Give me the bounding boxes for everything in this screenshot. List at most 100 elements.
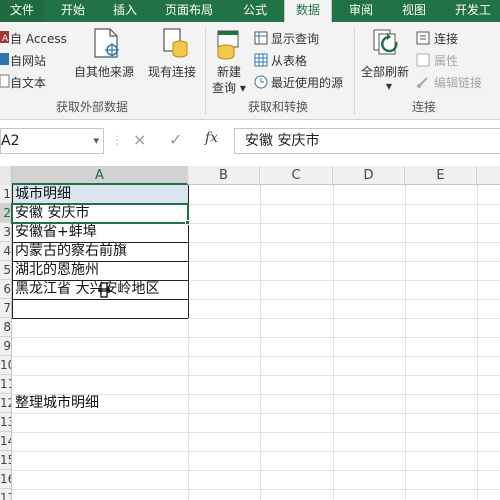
cancel-entry-button[interactable]: ×: [133, 130, 146, 149]
cursor-move-icon: [97, 282, 111, 302]
column-header-d[interactable]: D: [333, 166, 405, 185]
svg-text:A: A: [2, 34, 9, 44]
properties-button[interactable]: 属性: [434, 52, 458, 69]
edit-links-icon: [416, 74, 430, 93]
refresh-all-button[interactable]: 全部刷新: [361, 63, 409, 80]
gridline: [12, 470, 500, 471]
row-header-13[interactable]: 13: [0, 413, 11, 432]
group-label-get-external-data: 获取外部数据: [56, 100, 129, 114]
row-header-1[interactable]: 1: [0, 185, 11, 204]
gridline: [12, 413, 500, 414]
enter-entry-button[interactable]: ✓: [169, 130, 182, 149]
cell-a4[interactable]: 内蒙古的察右前旗: [12, 242, 188, 261]
gridline: [12, 489, 500, 490]
existing-connections-icon: [160, 28, 190, 64]
other-sources-icon: [92, 28, 122, 64]
gridline: [333, 185, 334, 500]
fill-handle[interactable]: [185, 220, 190, 225]
gridline: [477, 185, 478, 500]
row-header-4[interactable]: 4: [0, 242, 11, 261]
row-header-15[interactable]: 15: [0, 451, 11, 470]
show-queries-button[interactable]: 显示查询: [271, 30, 319, 47]
tab-review[interactable]: 审阅: [349, 0, 373, 22]
name-box[interactable]: A2 ▾: [0, 128, 104, 154]
tab-developer[interactable]: 开发工: [455, 0, 491, 22]
active-cell-selection: [11, 203, 189, 224]
access-icon: A: [0, 29, 10, 48]
ribbon-tab-bar: 文件 开始 插入 页面布局 公式 数据 审阅 视图 开发工: [0, 0, 500, 24]
row-header-11[interactable]: 11: [0, 375, 11, 394]
from-text-button[interactable]: 自文本: [10, 74, 46, 91]
group-separator: [354, 28, 355, 114]
web-icon: [0, 51, 10, 70]
text-file-icon: [0, 73, 10, 92]
row-header-9[interactable]: 9: [0, 337, 11, 356]
name-box-value: A2: [1, 133, 20, 149]
cell-a1[interactable]: 城市明细: [12, 185, 188, 204]
formula-input[interactable]: 安徽 安庆市: [234, 128, 500, 154]
gridline: [12, 451, 500, 452]
from-other-sources-button[interactable]: 自其他来源: [74, 63, 134, 80]
cell-a5[interactable]: 湖北的恩施州: [12, 261, 188, 280]
group-label-connections: 连接: [412, 100, 437, 114]
insert-function-button[interactable]: fx: [205, 130, 218, 146]
tab-insert[interactable]: 插入: [113, 0, 137, 22]
formula-bar-grip-icon: ⋮: [111, 133, 123, 147]
tab-file[interactable]: 文件: [0, 0, 44, 22]
row-header-3[interactable]: 3: [0, 223, 11, 242]
column-header-e[interactable]: E: [405, 166, 477, 185]
row-header-8[interactable]: 8: [0, 318, 11, 337]
existing-connections-button[interactable]: 现有连接: [148, 63, 196, 80]
row-header-6[interactable]: 6: [0, 280, 11, 299]
column-header-a[interactable]: A: [12, 166, 188, 185]
cell-a3[interactable]: 安徽省+蚌埠: [12, 223, 188, 242]
ribbon-data: A 自 Access 自网站 自文本 自其他来源 现有连接 获取外部数据 新建 …: [0, 22, 500, 120]
worksheet-grid[interactable]: ABCDE 1234567891011121314151617 城市明细安徽 安…: [0, 166, 500, 500]
table-border: [12, 280, 188, 281]
column-header-c[interactable]: C: [260, 166, 333, 185]
gridline: [12, 337, 500, 338]
edit-links-button[interactable]: 编辑链接: [434, 74, 482, 91]
tab-home[interactable]: 开始: [61, 0, 85, 22]
from-table-button[interactable]: 从表格: [271, 52, 307, 69]
select-all-corner[interactable]: [0, 166, 12, 185]
name-box-dropdown-icon[interactable]: ▾: [93, 129, 99, 153]
new-query-dropdown[interactable]: 查询 ▾: [212, 79, 246, 96]
gridline: [12, 356, 500, 357]
from-access-button[interactable]: 自 Access: [10, 30, 67, 47]
refresh-all-dropdown-icon[interactable]: ▾: [386, 79, 392, 93]
group-label-get-and-transform: 获取和转换: [248, 100, 309, 114]
recent-sources-icon: [254, 74, 268, 93]
gridline: [12, 375, 500, 376]
connections-icon: [416, 30, 430, 49]
from-web-button[interactable]: 自网站: [10, 52, 46, 69]
group-separator: [205, 28, 206, 114]
row-header-12[interactable]: 12: [0, 394, 11, 413]
gridline: [405, 185, 406, 500]
new-query-icon: [212, 28, 244, 64]
tab-data[interactable]: 数据: [284, 0, 332, 24]
row-header-16[interactable]: 16: [0, 470, 11, 489]
row-header-7[interactable]: 7: [0, 299, 11, 318]
formula-bar-row: A2 ▾ ⋮ × ✓ fx 安徽 安庆市: [0, 121, 500, 165]
connections-button[interactable]: 连接: [434, 30, 458, 47]
row-header-10[interactable]: 10: [0, 356, 11, 375]
new-query-label[interactable]: 新建: [217, 63, 241, 80]
tab-formulas[interactable]: 公式: [243, 0, 267, 22]
show-queries-icon: [254, 30, 268, 49]
recent-sources-button[interactable]: 最近使用的源: [271, 74, 343, 91]
row-header-17[interactable]: 17: [0, 489, 11, 500]
row-header-14[interactable]: 14: [0, 432, 11, 451]
row-header-5[interactable]: 5: [0, 261, 11, 280]
from-table-icon: [254, 52, 268, 71]
column-header-b[interactable]: B: [188, 166, 260, 185]
tab-page-layout[interactable]: 页面布局: [165, 0, 213, 22]
cell-a12[interactable]: 整理城市明细: [12, 394, 212, 413]
table-border: [12, 318, 188, 319]
column-header-bar: ABCDE: [0, 166, 500, 185]
new-query-label-2: 查询: [212, 81, 237, 95]
row-header-bar: 1234567891011121314151617: [0, 185, 12, 500]
tab-view[interactable]: 视图: [402, 0, 426, 22]
gridline: [260, 185, 261, 500]
refresh-all-icon: [372, 28, 404, 64]
